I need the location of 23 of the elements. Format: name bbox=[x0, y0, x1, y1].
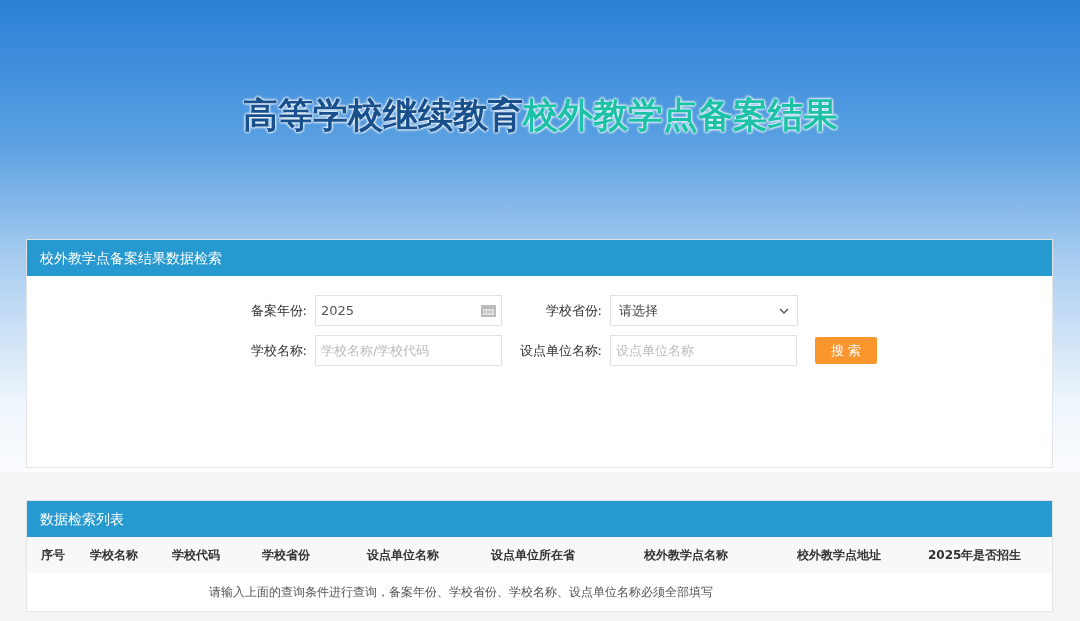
column-header: 学校名称 bbox=[88, 547, 139, 564]
date-field[interactable]: 2025 bbox=[315, 295, 502, 326]
field-label: 设点单位名称: bbox=[518, 341, 603, 360]
text-field[interactable]: 设点单位名称 bbox=[610, 335, 797, 366]
select-field[interactable]: 请选择 bbox=[610, 295, 798, 326]
column-header: 校外教学点名称 bbox=[642, 547, 729, 564]
field-label: 备案年份: bbox=[249, 301, 308, 320]
field-label: 学校省份: bbox=[544, 301, 603, 320]
column-header: 设点单位名称 bbox=[365, 547, 441, 564]
chevron-down-icon bbox=[779, 307, 789, 314]
column-header: 校外教学点地址 bbox=[796, 547, 883, 564]
banner-title: 高等学校继续教育校外教学点备案结果 bbox=[242, 94, 838, 138]
column-header: 设点单位所在省 bbox=[489, 547, 576, 564]
column-header: 学校代码 bbox=[170, 547, 221, 564]
empty-message: 请输入上面的查询条件进行查询，备案年份、学校省份、学校名称、设点单位名称必须全部填写 bbox=[209, 584, 713, 601]
text-field[interactable]: 学校名称/学校代码 bbox=[315, 335, 502, 366]
column-header: 2025年是否招生 bbox=[926, 547, 1023, 564]
field-label: 学校名称: bbox=[249, 341, 308, 360]
panel-title: 数据检索列表 bbox=[40, 509, 124, 529]
calendar-icon bbox=[481, 304, 496, 317]
column-header: 序号 bbox=[39, 547, 66, 564]
panel-title: 校外教学点备案结果数据检索 bbox=[40, 248, 222, 268]
column-header: 学校省份 bbox=[261, 547, 312, 564]
